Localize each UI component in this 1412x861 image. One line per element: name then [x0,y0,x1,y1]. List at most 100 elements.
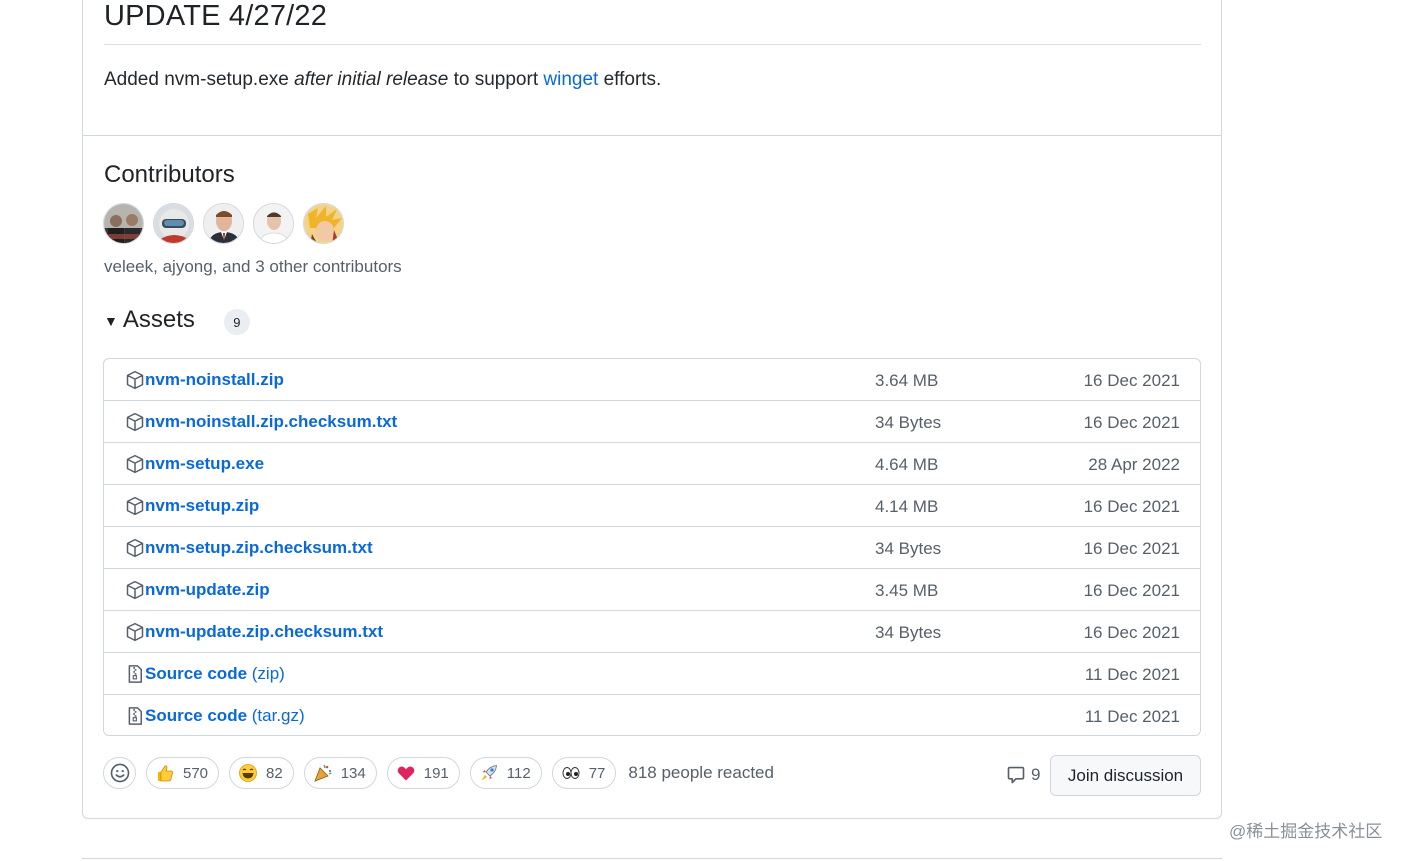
asset-link[interactable]: nvm-update.zip [145,580,270,600]
asset-link[interactable]: nvm-setup.exe [145,454,264,474]
asset-size: 3.45 MB [875,581,939,600]
heading-divider [104,44,1201,45]
asset-link[interactable]: nvm-noinstall.zip.checksum.txt [145,412,397,432]
reactions-summary: 818 people reacted [628,763,774,782]
asset-row: nvm-noinstall.zip.checksum.txt 34 Bytes 16… [104,400,1200,442]
asset-row: nvm-setup.zip 4.14 MB 16 Dec 2021 [104,484,1200,526]
rocket-icon [479,763,507,783]
comment-icon [1007,766,1025,784]
asset-row: Source code (tar.gz) 11 Dec 2021 [104,694,1200,735]
asset-row: nvm-setup.exe 4.64 MB 28 Apr 2022 [104,442,1200,484]
release-card: UPDATE 4/27/22 Added nvm-setup.exe after… [82,0,1222,819]
asset-link[interactable]: nvm-setup.zip [145,496,259,516]
contributors-summary: veleek, ajyong, and 3 other contributors [104,257,402,276]
asset-size: 34 Bytes [875,623,942,642]
thumbs-up-icon [155,763,183,783]
asset-suffix: (zip) [247,664,285,683]
avatar[interactable] [253,203,294,244]
asset-row: Source code (zip) 11 Dec 2021 [104,652,1200,694]
package-icon [125,454,145,474]
reaction-rocket-button[interactable]: 112 [469,757,542,789]
file-zip-icon [125,664,145,684]
smiley-icon [110,763,129,783]
reaction-heart-button[interactable]: 191 [386,757,460,789]
asset-size: 4.64 MB [875,455,939,474]
laugh-icon [238,763,266,783]
asset-name: nvm-noinstall.zip [145,370,284,389]
asset-link[interactable]: nvm-update.zip.checksum.txt [145,622,383,642]
asset-size: 3.64 MB [875,371,939,390]
reaction-hooray-button[interactable]: 134 [303,757,377,789]
assets-heading: Assets [122,306,195,333]
assets-count-badge: 9 [223,309,250,335]
asset-date: 16 Dec 2021 [1083,413,1180,432]
hooray-icon [313,763,341,783]
eyes-icon [561,763,589,783]
package-icon [125,580,145,600]
avatar[interactable] [153,203,194,244]
asset-link[interactable]: Source code (zip) [145,664,285,684]
avatar[interactable] [203,203,244,244]
asset-row: nvm-update.zip.checksum.txt 34 Bytes 16 De… [104,610,1200,652]
update-body-suffix: efforts. [598,69,662,90]
asset-name: nvm-setup.exe [145,454,265,473]
package-icon [125,496,145,516]
reaction-count: 134 [340,764,366,782]
reaction-laugh-button[interactable]: 82 [229,757,294,789]
reaction-count: 191 [423,764,449,782]
contributor-avatars [103,203,344,244]
asset-date: 16 Dec 2021 [1083,581,1180,600]
package-icon [125,538,145,558]
comment-count[interactable]: 9 [1006,765,1040,785]
asset-name: Source code [145,664,248,683]
reaction-count: 112 [506,764,531,782]
asset-row: nvm-setup.zip.checksum.txt 34 Bytes 16 Dec… [104,526,1200,568]
reaction-count: 77 [588,764,606,782]
asset-name: nvm-noinstall.zip.checksum.txt [145,412,398,431]
avatar[interactable] [303,203,344,244]
update-body-emphasis: after initial release [294,69,449,90]
asset-name: nvm-update.zip.checksum.txt [145,622,384,641]
package-icon [125,622,145,642]
assets-toggle[interactable]: ▼ Assets 9 [104,305,250,335]
update-heading: UPDATE 4/27/22 [104,0,328,32]
asset-name: nvm-setup.zip.checksum.txt [145,538,373,557]
contributors-heading: Contributors [104,161,235,188]
comment-count-value: 9 [1031,765,1041,784]
update-body-prefix: Added nvm-setup.exe [104,69,295,90]
update-body-mid: to support [448,69,544,90]
asset-size: 4.14 MB [875,497,939,516]
asset-date: 16 Dec 2021 [1083,371,1180,390]
asset-date: 11 Dec 2021 [1084,665,1180,684]
asset-name: Source code [145,706,248,725]
asset-size: 34 Bytes [875,413,942,432]
next-card-edge [82,858,1222,859]
asset-link[interactable]: Source code (tar.gz) [145,706,305,726]
update-body: Added nvm-setup.exe after initial releas… [104,69,661,91]
asset-name: nvm-update.zip [145,580,270,599]
winget-link[interactable]: winget [543,69,598,90]
package-icon [125,412,145,432]
heart-icon [396,763,424,783]
asset-link[interactable]: nvm-noinstall.zip [145,370,284,390]
triangle-down-icon: ▼ [104,313,118,329]
join-discussion-button[interactable]: Join discussion [1050,755,1201,796]
asset-link[interactable]: nvm-setup.zip.checksum.txt [145,538,373,558]
reaction-count: 82 [266,764,283,782]
avatar[interactable] [103,203,144,244]
asset-suffix: (tar.gz) [247,706,305,725]
reaction-eyes-button[interactable]: 77 [551,757,617,789]
package-icon [125,370,145,390]
reaction-count: 570 [183,764,209,782]
asset-name: nvm-setup.zip [145,496,260,515]
asset-row: nvm-noinstall.zip 3.64 MB 16 Dec 2021 [104,359,1200,400]
asset-date: 16 Dec 2021 [1083,539,1180,558]
asset-date: 16 Dec 2021 [1083,497,1180,516]
asset-size: 34 Bytes [875,539,942,558]
reaction-thumbs-up-button[interactable]: 570 [146,757,220,789]
section-divider [83,135,1221,136]
asset-row: nvm-update.zip 3.45 MB 16 Dec 2021 [104,568,1200,610]
assets-list: nvm-noinstall.zip 3.64 MB 16 Dec 2021 nvm-n… [103,358,1201,736]
asset-date: 28 Apr 2022 [1088,455,1180,474]
add-reaction-button[interactable] [103,757,136,789]
